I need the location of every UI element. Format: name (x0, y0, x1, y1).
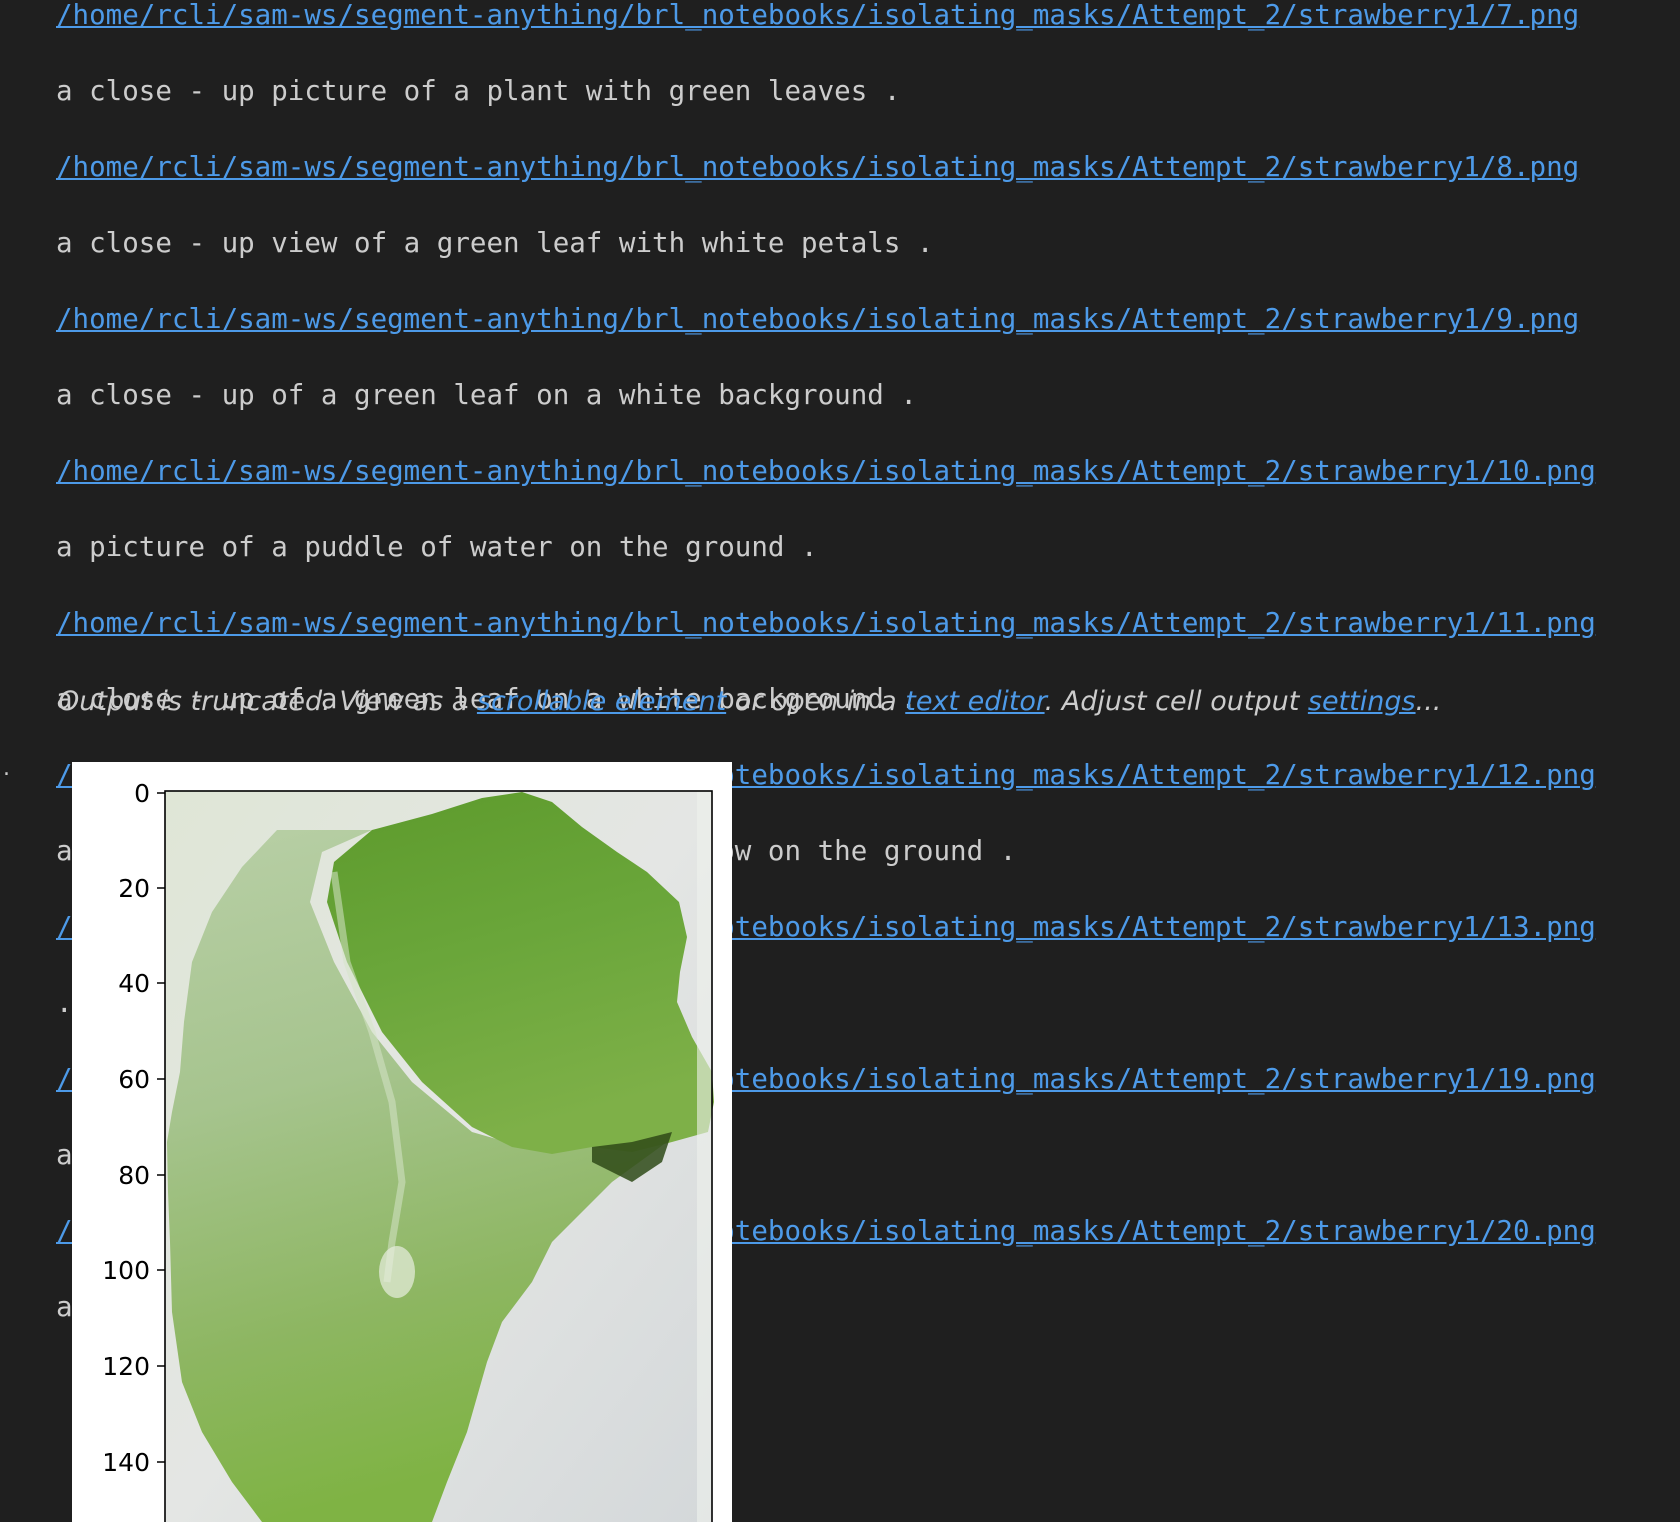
image-axes (164, 790, 714, 1522)
y-tick: 20 (118, 874, 165, 903)
y-tick-label-120: 120 (102, 1352, 150, 1381)
y-tick: 120 (102, 1352, 165, 1381)
text-editor-link[interactable]: text editor (905, 686, 1044, 717)
caption-9: a close - up of a green leaf on a white … (56, 379, 917, 411)
y-tick: 100 (102, 1256, 165, 1285)
matplotlib-figure: 0 20 40 60 80 100 120 140 (72, 762, 732, 1522)
y-tick-label-80: 80 (118, 1161, 150, 1190)
y-tick: 140 (102, 1448, 165, 1477)
y-tick-label-100: 100 (102, 1256, 150, 1285)
cell-marker: . (3, 756, 10, 781)
image-right-edge (697, 791, 712, 1522)
y-tick-label-140: 140 (102, 1448, 150, 1477)
figure-svg: 0 20 40 60 80 100 120 140 (102, 779, 714, 1522)
y-tick: 40 (118, 969, 165, 998)
y-tick: 0 (134, 779, 165, 808)
y-tick-label-20: 20 (118, 874, 150, 903)
y-axis: 0 20 40 60 80 100 120 140 (102, 779, 165, 1477)
caption-8: a close - up view of a green leaf with w… (56, 227, 934, 259)
truncation-middle: or open in a (726, 686, 906, 717)
file-link-9[interactable]: /home/rcli/sam-ws/segment-anything/brl_n… (56, 281, 1596, 357)
scrollable-element-link[interactable]: scrollable element (477, 686, 726, 717)
caption-7: a close - up picture of a plant with gre… (56, 75, 901, 107)
truncation-notice: Output is truncated. View as a scrollabl… (58, 686, 1441, 717)
y-tick-label-40: 40 (118, 969, 150, 998)
truncation-suffix: ... (1415, 686, 1442, 717)
file-link-8[interactable]: /home/rcli/sam-ws/segment-anything/brl_n… (56, 129, 1596, 205)
y-tick: 60 (118, 1065, 165, 1094)
file-link-7[interactable]: /home/rcli/sam-ws/segment-anything/brl_n… (56, 0, 1596, 53)
truncation-prefix: Output is truncated. View as a (58, 686, 477, 717)
file-link-10[interactable]: /home/rcli/sam-ws/segment-anything/brl_n… (56, 433, 1596, 509)
truncation-middle2: . Adjust cell output (1044, 686, 1308, 717)
settings-link[interactable]: settings (1308, 686, 1416, 717)
y-tick-label-0: 0 (134, 779, 150, 808)
caption-10: a picture of a puddle of water on the gr… (56, 531, 818, 563)
file-link-11[interactable]: /home/rcli/sam-ws/segment-anything/brl_n… (56, 585, 1596, 661)
y-tick: 80 (118, 1161, 165, 1190)
leaf-highlight (379, 1246, 415, 1298)
y-tick-label-60: 60 (118, 1065, 150, 1094)
